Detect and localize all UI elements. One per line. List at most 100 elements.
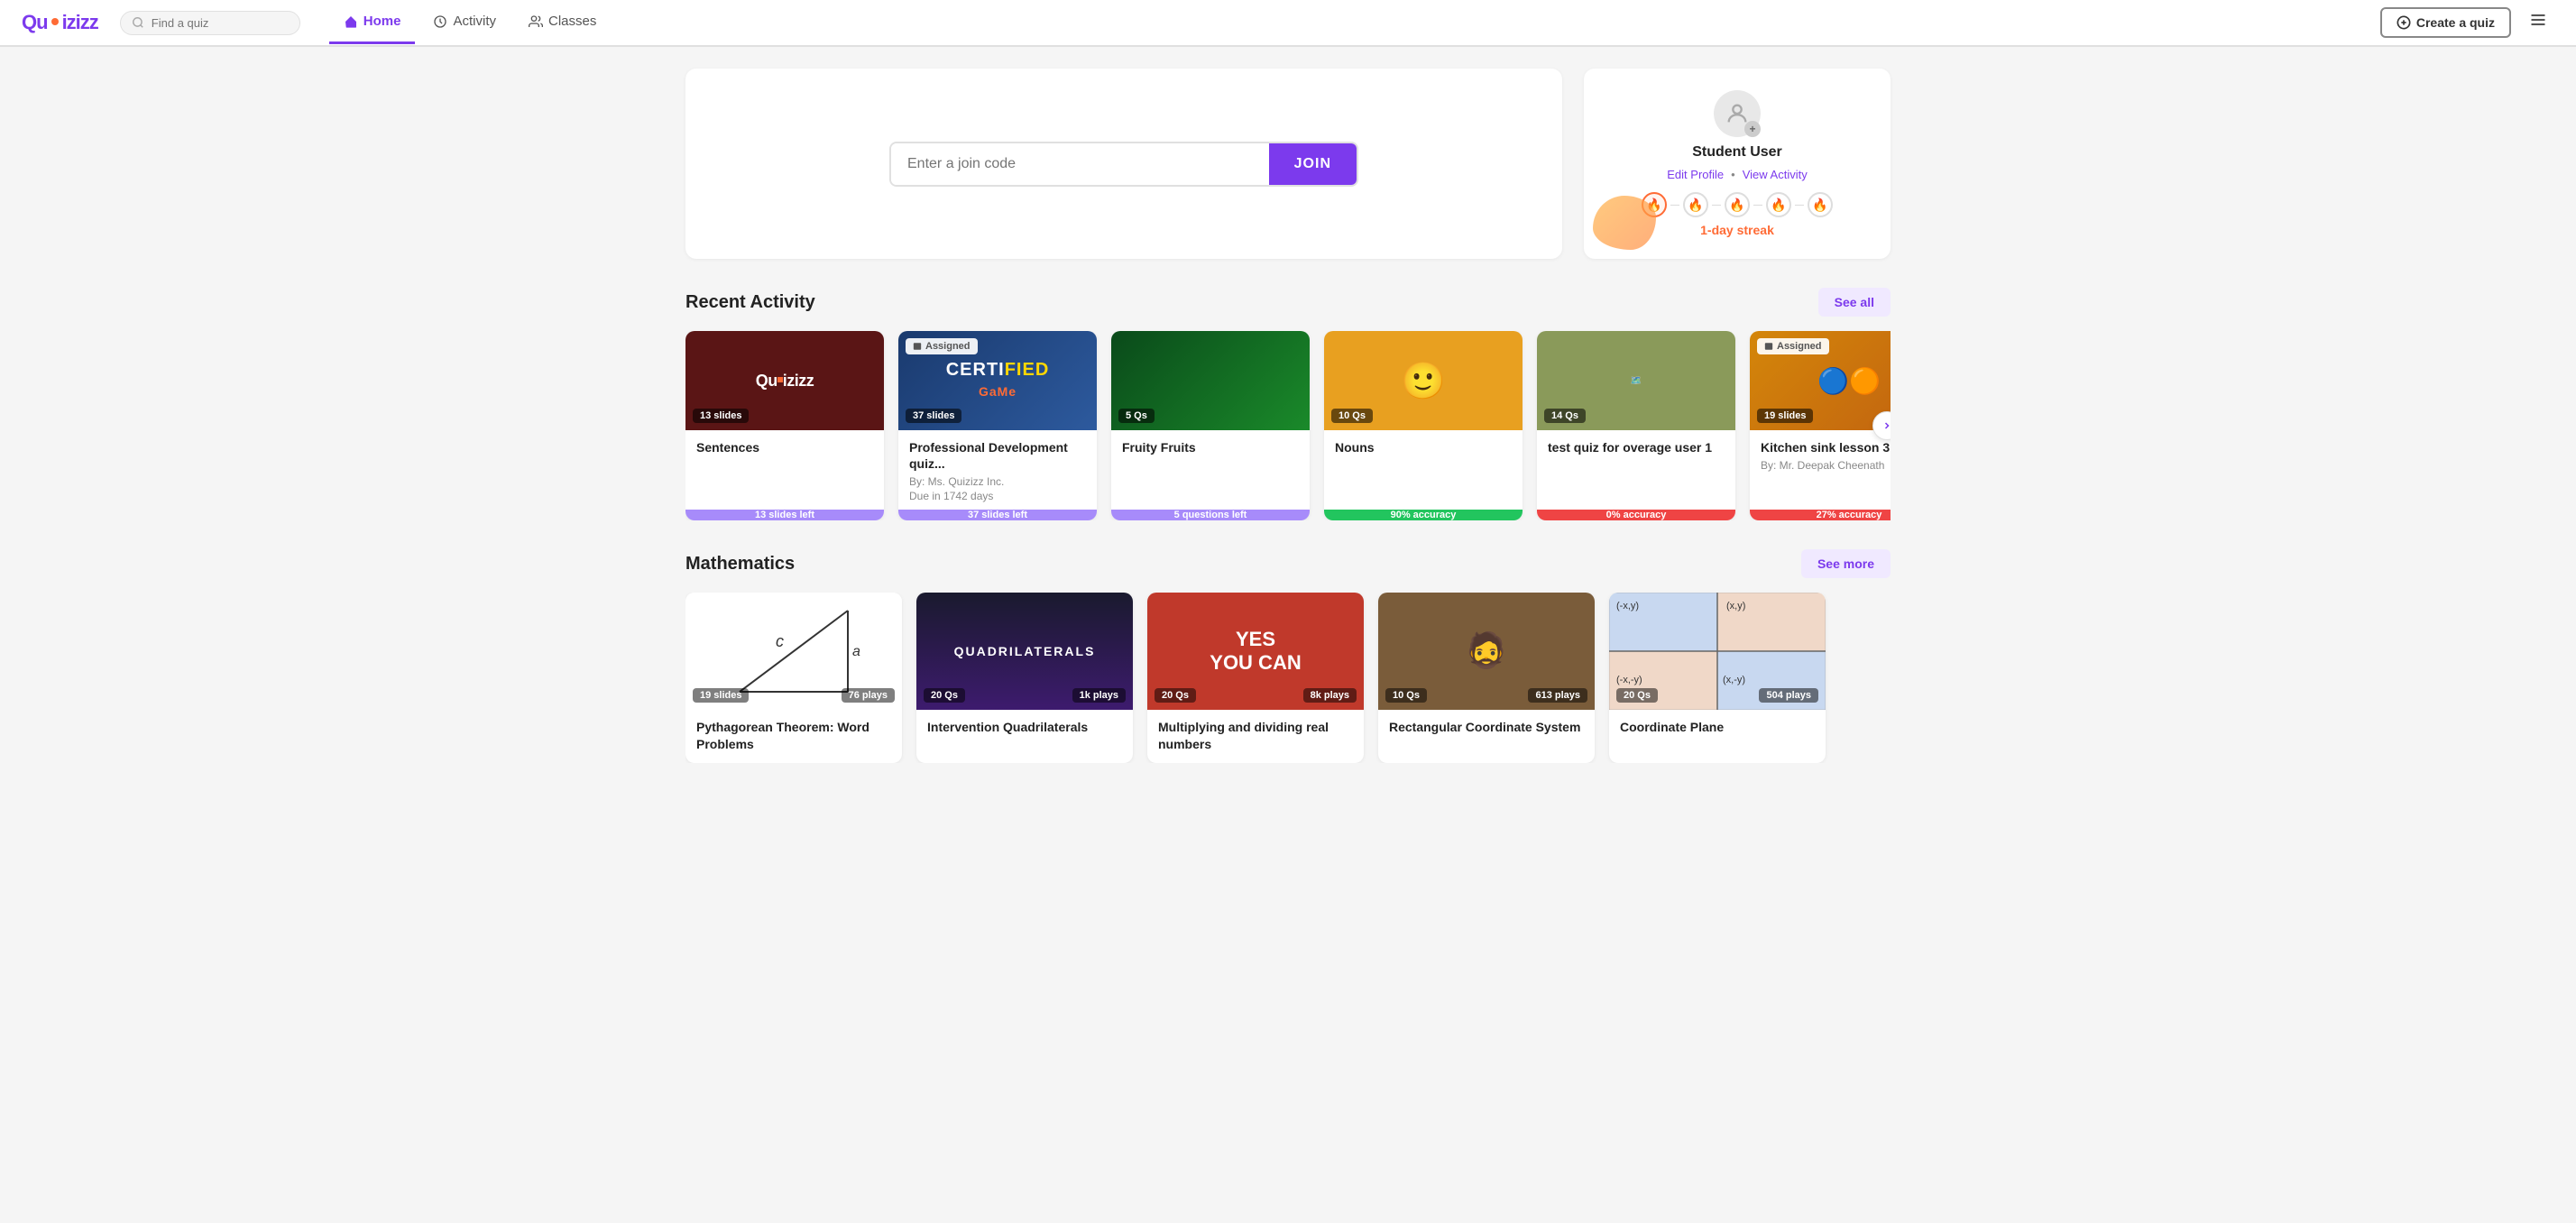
card-body-sentences: Sentences [685, 430, 884, 510]
progress-bar-testquiz: 0% accuracy [1537, 510, 1735, 520]
math-card-quadrilaterals[interactable]: QUADRILATERALS 20 Qs 1k plays Interventi… [916, 593, 1133, 762]
math-badge-plays-rectangular: 613 plays [1528, 688, 1587, 703]
avatar-wrap: + [1714, 90, 1761, 137]
mathematics-section: Mathematics See more c a 19 slides 76 pl… [685, 549, 1891, 762]
users-icon [529, 14, 543, 29]
join-code-input[interactable] [891, 143, 1269, 185]
math-badge-plays-coordinate: 504 plays [1759, 688, 1818, 703]
svg-text:(x,-y): (x,-y) [1723, 675, 1745, 685]
card-badge-profdev: 37 slides [906, 409, 961, 423]
card-footer-testquiz: 0% accuracy [1537, 510, 1735, 520]
profile-name: Student User [1692, 144, 1782, 161]
thumb-portrait-rectangular: 🧔 [1465, 631, 1507, 671]
join-button[interactable]: JOIN [1269, 143, 1357, 185]
math-card-body-coordinate: Coordinate Plane [1609, 710, 1826, 746]
streak-day-5: 🔥 [1808, 192, 1833, 217]
card-by-kitchen: By: Mr. Deepak Cheenath [1761, 459, 1891, 472]
avatar-plus-icon: + [1744, 121, 1761, 137]
progress-bar-kitchen: 27% accuracy [1750, 510, 1891, 520]
recent-activity-header: Recent Activity See all [685, 288, 1891, 317]
search-icon [132, 16, 144, 29]
card-body-testquiz: test quiz for overage user 1 [1537, 430, 1735, 510]
card-badge-nouns: 10 Qs [1331, 409, 1373, 423]
navbar: Qu izizz Home Activity Classes Create a … [0, 0, 2576, 47]
math-card-coordinate[interactable]: (-x,y) (x,y) (-x,-y) (x,-y) 20 Qs 504 pl… [1609, 593, 1826, 762]
create-quiz-button[interactable]: Create a quiz [2380, 7, 2511, 38]
see-all-button[interactable]: See all [1818, 288, 1891, 317]
assigned-badge-kitchen: Assigned [1757, 338, 1829, 354]
nav-link-classes[interactable]: Classes [514, 1, 611, 44]
card-thumb-fruity: 5 Qs [1111, 331, 1310, 430]
hero-section: JOIN + Student User Edit Profile • View … [685, 69, 1891, 259]
card-title-nouns: Nouns [1335, 439, 1512, 455]
nav-link-home[interactable]: Home [329, 1, 416, 44]
math-card-title-multiply: Multiplying and dividing real numbers [1158, 719, 1353, 751]
streak-day-2: 🔥 [1683, 192, 1708, 217]
activity-card-testquiz[interactable]: 🗺️ 14 Qs test quiz for overage user 1 0%… [1537, 331, 1735, 520]
activity-card-fruity[interactable]: 5 Qs Fruity Fruits 5 questions left [1111, 331, 1310, 520]
clock-icon [433, 14, 447, 29]
edit-profile-link[interactable]: Edit Profile [1667, 168, 1724, 181]
home-icon [344, 14, 358, 29]
activity-card-nouns[interactable]: 🙂 10 Qs Nouns 90% accuracy [1324, 331, 1523, 520]
progress-bar-nouns: 90% accuracy [1324, 510, 1523, 520]
thumb-emoji-nouns: 🙂 [1401, 360, 1446, 402]
card-thumb-profdev: Assigned CERTIFIEDGaMe 37 slides [898, 331, 1097, 430]
streak-flames: 🔥 — 🔥 — 🔥 — 🔥 — 🔥 [1642, 192, 1833, 217]
card-body-kitchen: Kitchen sink lesson 3 By: Mr. Deepak Che… [1750, 430, 1891, 510]
card-footer-kitchen: 27% accuracy [1750, 510, 1891, 520]
activity-card-profdev[interactable]: Assigned CERTIFIEDGaMe 37 slides Profess… [898, 331, 1097, 520]
logo[interactable]: Qu izizz [22, 11, 98, 34]
thumb-map-testquiz: 🗺️ [1627, 372, 1645, 390]
hamburger-button[interactable] [2522, 7, 2554, 38]
math-badge-slides-coordinate: 20 Qs [1616, 688, 1658, 703]
math-badge-slides-quadrilaterals: 20 Qs [924, 688, 965, 703]
thumb-icons-kitchen: 🔵🟠 [1817, 366, 1881, 396]
search-bar[interactable] [120, 11, 300, 35]
profile-actions: Edit Profile • View Activity [1667, 168, 1807, 181]
math-card-rectangular[interactable]: 🧔 10 Qs 613 plays Rectangular Coordinate… [1378, 593, 1595, 762]
plus-circle-icon [2397, 15, 2411, 30]
math-card-pythagorean[interactable]: c a 19 slides 76 plays Pythagorean Theor… [685, 593, 902, 762]
math-thumb-rectangular: 🧔 10 Qs 613 plays [1378, 593, 1595, 710]
streak-day-4: 🔥 [1766, 192, 1791, 217]
card-badge-kitchen: 19 slides [1757, 409, 1813, 423]
card-body-profdev: Professional Development quiz... By: Ms.… [898, 430, 1097, 510]
profile-card: + Student User Edit Profile • View Activ… [1584, 69, 1891, 259]
math-thumb-multiply: YESYOU CAN 20 Qs 8k plays [1147, 593, 1364, 710]
view-activity-link[interactable]: View Activity [1743, 168, 1808, 181]
nav-right: Create a quiz [2380, 7, 2554, 38]
card-body-fruity: Fruity Fruits [1111, 430, 1310, 510]
search-input[interactable] [152, 16, 278, 30]
card-title-fruity: Fruity Fruits [1122, 439, 1299, 455]
card-badge-testquiz: 14 Qs [1544, 409, 1586, 423]
card-thumb-sentences: Quizizz 13 slides [685, 331, 884, 430]
logo-dot [51, 18, 59, 25]
svg-text:c: c [776, 632, 784, 650]
activity-card-sentences[interactable]: Quizizz 13 slides Sentences 13 slides le… [685, 331, 884, 520]
nav-activity-label: Activity [453, 14, 496, 29]
streak-blob-decoration [1593, 196, 1656, 250]
main-content: JOIN + Student User Edit Profile • View … [657, 47, 1919, 814]
card-title-kitchen: Kitchen sink lesson 3 [1761, 439, 1891, 455]
thumb-text-profdev: CERTIFIEDGaMe [939, 353, 1057, 409]
progress-bar-sentences: 13 slides left [685, 510, 884, 520]
card-by-profdev: By: Ms. Quizizz Inc. [909, 475, 1086, 488]
math-card-multiply[interactable]: YESYOU CAN 20 Qs 8k plays Multiplying an… [1147, 593, 1364, 762]
card-due-profdev: Due in 1742 days [909, 490, 1086, 502]
activity-card-kitchen[interactable]: Assigned 🔵🟠 19 slides Kitchen sink lesso… [1750, 331, 1891, 520]
math-card-title-rectangular: Rectangular Coordinate System [1389, 719, 1584, 735]
mathematics-header: Mathematics See more [685, 549, 1891, 578]
svg-text:(-x,y): (-x,y) [1616, 601, 1639, 612]
thumb-text-quadrilaterals: QUADRILATERALS [954, 644, 1096, 658]
nav-classes-label: Classes [548, 14, 596, 29]
nav-link-activity[interactable]: Activity [419, 1, 511, 44]
see-more-math-button[interactable]: See more [1801, 549, 1891, 578]
math-thumb-quadrilaterals: QUADRILATERALS 20 Qs 1k plays [916, 593, 1133, 710]
progress-bar-fruity: 5 questions left [1111, 510, 1310, 520]
card-title-testquiz: test quiz for overage user 1 [1548, 439, 1725, 455]
svg-text:(x,y): (x,y) [1726, 601, 1745, 612]
create-quiz-label: Create a quiz [2416, 15, 2495, 30]
math-badge-slides-multiply: 20 Qs [1155, 688, 1196, 703]
card-footer-nouns: 90% accuracy [1324, 510, 1523, 520]
